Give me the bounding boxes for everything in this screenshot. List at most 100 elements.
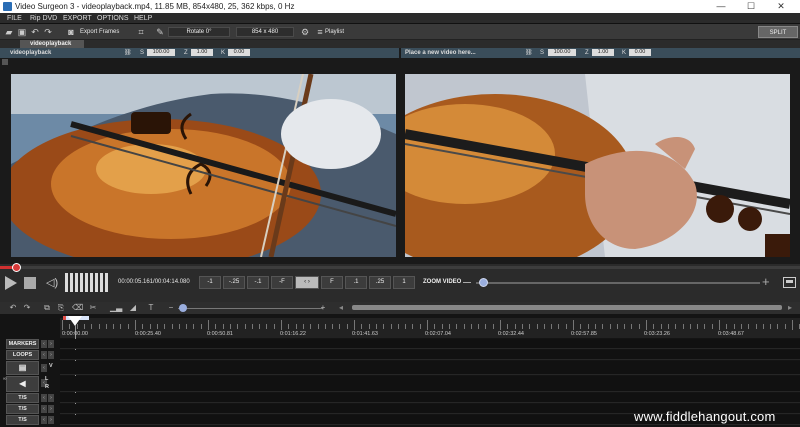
left-scale-field[interactable]: 100.00 <box>147 49 175 56</box>
timeline-zoom-handle[interactable] <box>179 304 187 312</box>
markers-prev-icon[interactable]: ‹ <box>41 340 47 348</box>
zoom-slider-handle[interactable] <box>479 278 488 287</box>
save-icon[interactable]: ▣ <box>17 27 27 37</box>
right-zoom-field[interactable]: 1.00 <box>592 49 614 56</box>
preview-tab[interactable]: videoplayback <box>20 40 84 48</box>
crop-icon[interactable]: ⌗ <box>136 27 146 37</box>
zoom-plus-icon[interactable]: + <box>762 275 774 289</box>
text-track-1-label[interactable]: T/S <box>6 393 39 403</box>
audio-row-icon[interactable]: ◀ <box>6 376 39 392</box>
ruler-tick <box>361 324 363 329</box>
erase-icon[interactable]: ⌫ <box>72 303 83 313</box>
stop-icon[interactable] <box>24 277 36 289</box>
ruler-tick <box>83 324 85 329</box>
cut-icon[interactable]: ✂ <box>88 303 98 313</box>
volume-meter[interactable] <box>64 273 110 292</box>
redo-icon[interactable]: ↷ <box>43 27 53 37</box>
undo-icon[interactable]: ↶ <box>30 27 40 37</box>
ruler-tick <box>558 324 560 329</box>
text-track-1-next-icon[interactable]: › <box>48 394 54 402</box>
timeline-zoom-out-icon[interactable]: − <box>166 303 176 313</box>
playlist-button[interactable]: Playlist <box>325 24 344 40</box>
export-frames-button[interactable]: Export Frames <box>80 24 119 40</box>
timeline-zoom-track[interactable] <box>178 308 323 309</box>
text-track-2-prev-icon[interactable]: ‹ <box>41 405 47 413</box>
text-track-1[interactable] <box>60 393 800 403</box>
maximize-button[interactable]: ☐ <box>736 0 766 13</box>
right-link-icon[interactable]: ⛓ <box>525 48 533 58</box>
video-track[interactable] <box>60 361 800 375</box>
step-minus-025-button[interactable]: -.25 <box>223 276 245 289</box>
markers-next-icon[interactable]: › <box>48 340 54 348</box>
timeline-redo-icon[interactable]: ↷ <box>22 303 32 313</box>
step-plus-01-button[interactable]: .1 <box>345 276 367 289</box>
right-scale-field[interactable]: 100.00 <box>548 49 576 56</box>
markers-track[interactable] <box>60 339 800 349</box>
text-track-2-label[interactable]: T/S <box>6 404 39 414</box>
scroll-left-icon[interactable]: ◂ <box>336 303 346 313</box>
audio-link-icon[interactable]: ∞ <box>3 376 7 382</box>
gear-icon[interactable]: ⚙ <box>300 27 310 37</box>
camera-icon[interactable]: ◙ <box>66 27 76 37</box>
seek-handle[interactable] <box>12 263 21 272</box>
rotate-dropdown[interactable]: Rotate 0° <box>168 27 230 37</box>
play-icon[interactable] <box>4 275 18 291</box>
step-plus-025-button[interactable]: .25 <box>369 276 391 289</box>
menu-rip-dvd[interactable]: Rip DVD <box>30 13 57 24</box>
video-collapse-icon[interactable]: ‹ <box>41 364 47 372</box>
markers-row-label[interactable]: MARKERS <box>6 339 39 349</box>
playlist-icon: ≡ <box>317 27 323 37</box>
zoom-minus-icon[interactable] <box>463 282 471 283</box>
split-screen-button[interactable]: SPLIT SCREEN <box>758 26 798 48</box>
frame-nav-arrows[interactable]: ‹ › <box>295 276 319 289</box>
left-k-field[interactable]: 0.00 <box>228 49 250 56</box>
frame-forward-button[interactable]: F <box>321 276 343 289</box>
video-row-icon[interactable]: ▤ <box>6 361 39 375</box>
frame-back-button[interactable]: -F <box>271 276 293 289</box>
right-k-field[interactable]: 0.00 <box>629 49 651 56</box>
menu-options[interactable]: OPTIONS <box>97 13 129 24</box>
left-video-frame[interactable] <box>11 74 396 257</box>
loops-track[interactable] <box>60 350 800 360</box>
ruler-tick <box>405 324 407 329</box>
viewport-menu-icon[interactable] <box>2 59 8 65</box>
minimize-button[interactable]: — <box>706 0 736 13</box>
left-link-icon[interactable]: ⛓ <box>124 48 132 58</box>
fullscreen-icon[interactable] <box>783 277 796 288</box>
copy-icon[interactable]: ⧉ <box>42 303 52 313</box>
seek-track[interactable] <box>0 266 800 269</box>
text-tool-icon[interactable]: T <box>146 303 156 313</box>
timeline-zoom-in-icon[interactable]: + <box>318 303 328 313</box>
menu-export[interactable]: EXPORT <box>63 13 92 24</box>
text-track-3-prev-icon[interactable]: ‹ <box>41 416 47 424</box>
volume-level-icon[interactable]: ▁▃ <box>110 303 122 313</box>
open-folder-icon[interactable]: ▰ <box>4 27 14 37</box>
audio-track[interactable] <box>60 376 800 392</box>
left-zoom-field[interactable]: 1.00 <box>191 49 213 56</box>
right-video-frame[interactable] <box>405 74 790 257</box>
close-button[interactable]: ✕ <box>766 0 796 13</box>
text-track-1-prev-icon[interactable]: ‹ <box>41 394 47 402</box>
paste-icon[interactable]: ⎘ <box>56 303 66 313</box>
zoom-slider-track[interactable] <box>476 282 760 284</box>
text-track-3-label[interactable]: T/S <box>6 415 39 425</box>
volume-icon[interactable]: ◁) <box>46 276 60 290</box>
loops-next-icon[interactable]: › <box>48 351 54 359</box>
ruler-tick <box>390 324 392 329</box>
menu-file[interactable]: FILE <box>7 13 22 24</box>
step-plus-1-button[interactable]: 1 <box>393 276 415 289</box>
edit-icon[interactable]: ✎ <box>155 27 165 37</box>
text-track-3-next-icon[interactable]: › <box>48 416 54 424</box>
step-minus-01-button[interactable]: -.1 <box>247 276 269 289</box>
scroll-right-icon[interactable]: ▸ <box>785 303 795 313</box>
loops-prev-icon[interactable]: ‹ <box>41 351 47 359</box>
timeline-scrollbar[interactable] <box>352 305 782 310</box>
menu-help[interactable]: HELP <box>134 13 152 24</box>
timeline-undo-icon[interactable]: ↶ <box>8 303 18 313</box>
fade-icon[interactable]: ◢ <box>128 303 138 313</box>
ruler-tick <box>777 324 779 329</box>
step-minus-1-button[interactable]: -1 <box>199 276 221 289</box>
resolution-dropdown[interactable]: 854 x 480 <box>236 27 294 37</box>
text-track-2-next-icon[interactable]: › <box>48 405 54 413</box>
loops-row-label[interactable]: LOOPS <box>6 350 39 360</box>
